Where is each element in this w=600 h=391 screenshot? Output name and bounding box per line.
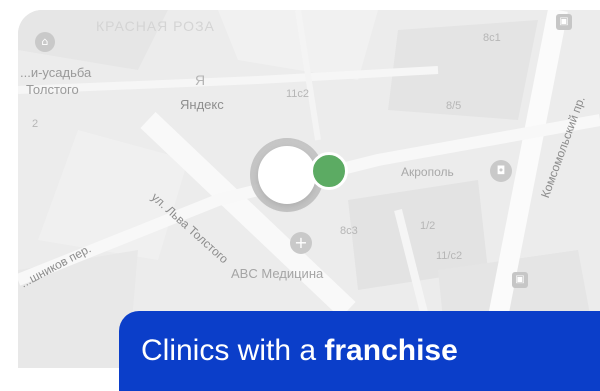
clinic-label: ABC Медицина <box>231 266 324 281</box>
yandex-logo-glyph: Я <box>195 72 206 88</box>
location-pin-icon[interactable] <box>310 152 348 190</box>
house-number: 8с3 <box>340 225 358 237</box>
banner-title-regular: Clinics with a <box>141 334 325 367</box>
house-number: 11с2 <box>286 88 310 100</box>
building-icon: ▣ <box>556 14 572 30</box>
district-label: КРАСНАЯ РОЗА <box>96 18 215 34</box>
clinic-icon: + <box>290 232 312 254</box>
museum-label-line2: Толстого <box>26 82 79 97</box>
house-number: 1/2 <box>420 220 436 232</box>
banner-title: Clinics with a franchise <box>141 334 458 368</box>
franchise-banner[interactable]: Clinics with a franchise <box>119 311 600 391</box>
house-number: 8/5 <box>446 100 462 112</box>
akropol-label: Акрополь <box>401 165 454 179</box>
museum-label-line1: ...и-усадьба <box>20 65 92 80</box>
house-number: 2 <box>32 118 39 130</box>
house-number: 11/с2 <box>436 250 463 262</box>
akropol-icon: ◘ <box>490 160 512 182</box>
yandex-label: Яндекс <box>180 97 224 112</box>
museum-icon: ⌂ <box>35 32 55 52</box>
house-number: 8с1 <box>483 32 501 44</box>
location-marker[interactable] <box>258 146 316 204</box>
building-icon: ▣ <box>512 272 528 288</box>
banner-title-bold: franchise <box>324 334 458 367</box>
